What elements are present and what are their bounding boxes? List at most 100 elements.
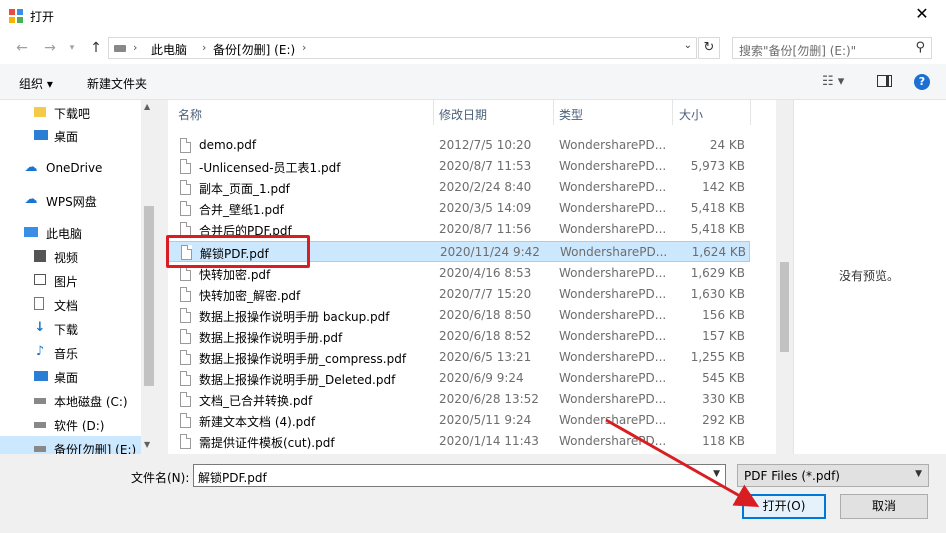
nav-item-music[interactable]: ♪ 音乐 (0, 340, 141, 364)
column-divider[interactable] (553, 100, 554, 125)
file-scroll-thumb[interactable] (780, 262, 789, 352)
file-date: 2020/6/9 9:24 (439, 371, 524, 385)
recent-dropdown-icon[interactable]: ▾ (62, 38, 82, 58)
file-name: 新建文本文档 (4).pdf (199, 415, 316, 429)
address-bar[interactable]: › 此电脑 › 备份[勿删] (E:) › ⌄ (108, 37, 697, 59)
filename-label: 文件名(N): (131, 471, 190, 485)
search-input[interactable]: 搜索"备份[勿删] (E:)" ⚲ (732, 37, 932, 59)
close-icon[interactable]: ✕ (912, 4, 932, 24)
organize-menu[interactable]: 组织 ▾ (19, 75, 53, 92)
chevron-right-icon[interactable]: › (302, 41, 306, 54)
column-divider[interactable] (672, 100, 673, 125)
file-name: 数据上报操作说明手册_Deleted.pdf (199, 373, 396, 387)
file-date: 2020/1/14 11:43 (439, 434, 539, 448)
file-type: WondersharePD... (559, 350, 667, 364)
file-row[interactable]: -Unlicensed-员工表1.pdf 2020/8/7 11:53 Wonder… (168, 156, 750, 177)
nav-item-drive-c[interactable]: 本地磁盘 (C:) (0, 388, 141, 412)
file-date: 2020/6/18 8:50 (439, 308, 532, 322)
file-row[interactable]: 数据上报操作说明手册_Deleted.pdf 2020/6/9 9:24 Wonde… (168, 368, 750, 389)
file-row[interactable]: 快转加密_解密.pdf 2020/7/7 15:20 WondersharePD..… (168, 284, 750, 305)
highlight-box (166, 235, 310, 268)
breadcrumb-drive-e[interactable]: 备份[勿删] (E:) (213, 41, 295, 58)
chevron-down-icon[interactable]: ▼ (915, 469, 922, 479)
file-type: WondersharePD... (559, 371, 667, 385)
col-name[interactable]: 名称 (178, 106, 202, 123)
preview-pane-icon[interactable] (877, 75, 892, 87)
filetype-select[interactable]: PDF Files (*.pdf) ▼ (737, 464, 929, 487)
file-type: WondersharePD... (559, 434, 667, 448)
nav-item-pictures[interactable]: 图片 (0, 268, 141, 292)
view-options-icon[interactable]: ☷ ▾ (822, 74, 844, 89)
file-size: 24 KB (709, 138, 745, 152)
nav-item-wps[interactable]: ☁ WPS网盘 (0, 188, 141, 212)
col-date[interactable]: 修改日期 (439, 106, 487, 123)
file-name: 快转加密.pdf (199, 268, 271, 282)
new-folder-button[interactable]: 新建文件夹 (87, 75, 147, 92)
back-arrow-icon[interactable]: ← (12, 38, 32, 58)
file-name: 文档_已合并转换.pdf (199, 394, 313, 408)
file-name: 合并_壁纸1.pdf (199, 203, 284, 217)
nav-item-desktop[interactable]: 桌面 (0, 123, 141, 147)
nav-scroll-thumb[interactable] (144, 206, 154, 386)
file-date: 2020/6/28 13:52 (439, 392, 539, 406)
desktop-icon (34, 371, 48, 381)
column-divider[interactable] (433, 100, 434, 125)
nav-item-onedrive[interactable]: ☁ OneDrive (0, 156, 141, 180)
file-list: 5995ccb2dd217.pdf2020/3/10 9:20Wondersha… (168, 100, 776, 454)
file-row[interactable]: 副本_页面_1.pdf 2020/2/24 8:40 WondersharePD..… (168, 177, 750, 198)
file-date: 2020/8/7 11:56 (439, 222, 532, 236)
app-icon (9, 9, 23, 23)
file-date: 2020/6/5 13:21 (439, 350, 532, 364)
file-row[interactable]: 数据上报操作说明手册_compress.pdf 2020/6/5 13:21 Won… (168, 347, 750, 368)
chevron-down-icon[interactable]: ⌄ (684, 40, 692, 51)
nav-item-video[interactable]: 视频 (0, 244, 141, 268)
nav-item-desktop-2[interactable]: 桌面 (0, 364, 141, 388)
column-divider[interactable] (750, 100, 751, 125)
file-row[interactable]: 新建文本文档 (4).pdf 2020/5/11 9:24 WondershareP… (168, 410, 750, 431)
nav-item-this-pc[interactable]: 此电脑 (0, 220, 141, 244)
search-icon: ⚲ (915, 40, 925, 55)
file-size: 1,629 KB (690, 266, 745, 280)
cancel-button[interactable]: 取消 (840, 494, 928, 519)
pdf-file-icon (180, 287, 191, 302)
nav-item-downloads[interactable]: ↓ 下载 (0, 316, 141, 340)
nav-scrollbar[interactable]: ▲ ▼ (141, 100, 157, 454)
up-arrow-icon[interactable]: ↑ (86, 38, 106, 58)
breadcrumb-this-pc[interactable]: 此电脑 (151, 41, 187, 58)
file-row[interactable]: 数据上报操作说明手册.pdf 2020/6/18 8:52 WondershareP… (168, 326, 750, 347)
drive-icon (114, 45, 126, 52)
nav-item-documents[interactable]: 文档 (0, 292, 141, 316)
forward-arrow-icon[interactable]: → (40, 38, 60, 58)
music-icon: ♪ (35, 344, 45, 359)
col-type[interactable]: 类型 (559, 106, 583, 123)
file-name: 数据上报操作说明手册.pdf (199, 331, 343, 345)
navigation-pane: 下载吧 桌面 ☁ OneDrive ☁ WPS网盘 此电脑 视频 图片 文档 ↓… (0, 100, 157, 454)
open-button[interactable]: 打开(O) (742, 494, 826, 519)
file-row[interactable]: demo.pdf 2012/7/5 10:20 WondersharePD... 24… (168, 135, 750, 156)
file-type: WondersharePD... (559, 266, 667, 280)
address-row: ← → ▾ ↑ › 此电脑 › 备份[勿删] (E:) › ⌄ ↻ 搜索"备份[… (0, 32, 946, 64)
file-scrollbar[interactable] (776, 100, 793, 454)
nav-item-drive-d[interactable]: 软件 (D:) (0, 412, 141, 436)
file-row[interactable]: 合并_壁纸1.pdf 2020/3/5 14:09 WondersharePD...… (168, 198, 750, 219)
file-type: WondersharePD... (559, 201, 667, 215)
file-size: 157 KB (702, 329, 745, 343)
wps-cloud-icon: ☁ (24, 192, 38, 207)
refresh-icon[interactable]: ↻ (698, 37, 720, 59)
col-size[interactable]: 大小 (679, 106, 703, 123)
chevron-down-icon[interactable]: ▼ (713, 469, 720, 479)
nav-item-drive-e[interactable]: 备份[勿删] (E:) (0, 436, 141, 454)
file-row[interactable]: 文档_已合并转换.pdf 2020/6/28 13:52 WondersharePD… (168, 389, 750, 410)
file-type: WondersharePD... (559, 180, 667, 194)
file-row[interactable]: 需提供证件模板(cut).pdf 2020/1/14 11:43 Wondersha… (168, 431, 750, 452)
help-icon[interactable]: ? (914, 74, 930, 90)
file-row[interactable]: 数据上报操作说明手册 backup.pdf 2020/6/18 8:50 Wonde… (168, 305, 750, 326)
chevron-right-icon[interactable]: › (202, 41, 206, 54)
file-size: 5,418 KB (690, 201, 745, 215)
nav-item-downloadba[interactable]: 下载吧 (0, 100, 141, 124)
filename-field[interactable]: 解锁PDF.pdf ▼ (193, 464, 726, 487)
scroll-down-icon[interactable]: ▼ (144, 440, 150, 449)
scroll-up-icon[interactable]: ▲ (144, 102, 150, 111)
filetype-value: PDF Files (*.pdf) (744, 469, 840, 483)
chevron-right-icon[interactable]: › (133, 41, 137, 54)
